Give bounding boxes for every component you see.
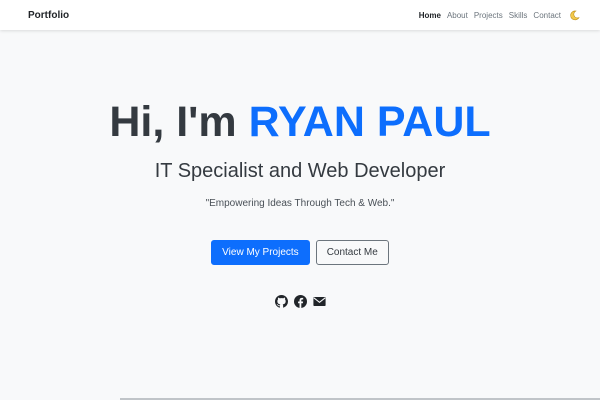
nav-link-about[interactable]: About — [447, 11, 468, 20]
hero-subtitle: IT Specialist and Web Developer — [154, 160, 446, 182]
social-links — [0, 295, 600, 308]
hero-tagline: "Empowering Ideas Through Tech & Web." — [205, 198, 395, 209]
contact-me-button[interactable]: Contact Me — [315, 240, 389, 265]
hero-heading: Hi, I'm RYAN PAUL — [0, 97, 600, 147]
hero-section: Hi, I'm RYAN PAUL IT Specialist and Web … — [0, 30, 600, 400]
navbar: Portfolio Home About Projects Skills Con… — [0, 0, 600, 30]
navbar-brand[interactable]: Portfolio — [28, 10, 69, 21]
nav-link-projects[interactable]: Projects — [474, 11, 503, 20]
email-icon[interactable] — [312, 295, 326, 308]
hero-buttons: View My Projects Contact Me — [0, 240, 600, 265]
nav-link-contact[interactable]: Contact — [533, 11, 561, 20]
nav-link-home[interactable]: Home — [419, 11, 441, 20]
view-projects-button[interactable]: View My Projects — [211, 240, 310, 265]
hero-greeting: Hi, I'm — [109, 98, 237, 146]
nav-links: Home About Projects Skills Contact — [413, 10, 580, 21]
nav-link-skills[interactable]: Skills — [509, 11, 528, 20]
moon-icon[interactable] — [569, 10, 580, 21]
facebook-icon[interactable] — [293, 295, 307, 308]
hero-name: RYAN PAUL — [248, 98, 491, 146]
github-icon[interactable] — [274, 295, 288, 308]
